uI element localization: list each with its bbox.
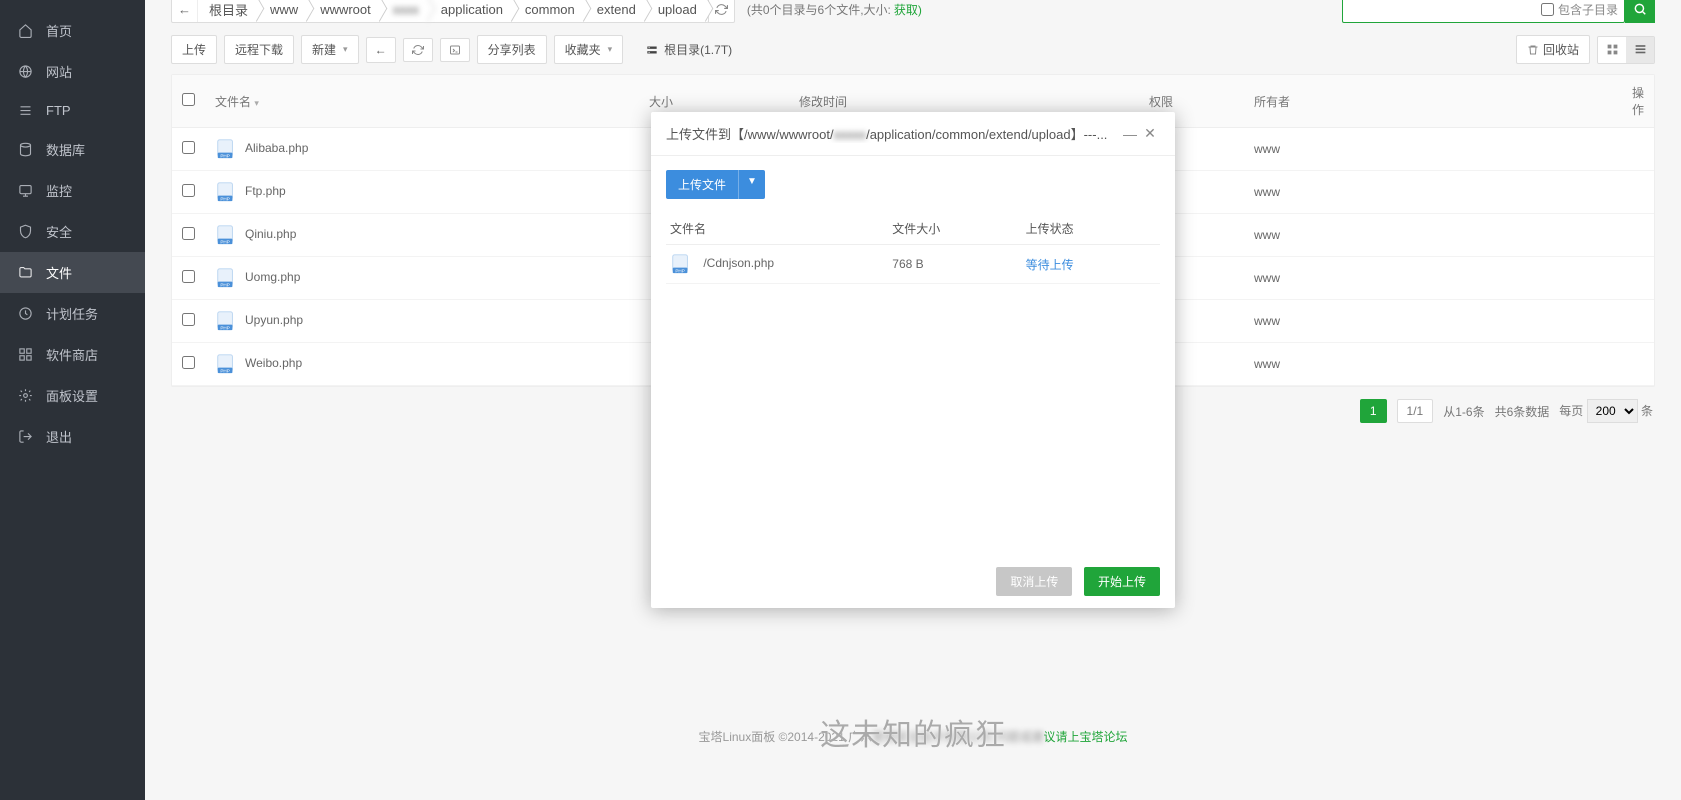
ftp-icon (18, 103, 36, 118)
sidebar-item-label: 网站 (46, 62, 72, 81)
svg-text:PHP: PHP (675, 268, 684, 273)
sidebar-item-label: 安全 (46, 222, 72, 241)
sidebar-item-label: 退出 (46, 427, 72, 446)
sidebar-item-globe[interactable]: 网站 (0, 51, 145, 92)
modal-title: 上传文件到【/www/wwwroot/xxxxx/application/com… (666, 124, 1120, 143)
mcol-status: 上传状态 (1022, 213, 1160, 245)
upload-file-name: /Cdnjson.php (703, 256, 774, 270)
sidebar-item-db[interactable]: 数据库 (0, 129, 145, 170)
mcol-name: 文件名 (666, 213, 888, 245)
sidebar-item-label: 文件 (46, 263, 72, 282)
upload-file-status: 等待上传 (1022, 245, 1160, 284)
shield-icon (18, 224, 36, 239)
php-file-icon: PHP (670, 253, 692, 275)
db-icon (18, 142, 36, 157)
monitor-icon (18, 183, 36, 198)
clock-icon (18, 306, 36, 321)
sidebar-item-label: 监控 (46, 181, 72, 200)
upload-file-size: 768 B (888, 245, 1021, 284)
sidebar-item-label: 面板设置 (46, 386, 98, 405)
sidebar-item-monitor[interactable]: 监控 (0, 170, 145, 211)
sidebar-item-label: 数据库 (46, 140, 85, 159)
apps-icon (18, 347, 36, 362)
mcol-size: 文件大小 (888, 213, 1021, 245)
folder-icon (18, 265, 36, 280)
sidebar: 首页网站 FTP 数据库监控安全文件计划任务软件商店面板设置退出 (0, 0, 145, 800)
modal-upload-button[interactable]: 上传文件 ▼ (666, 170, 765, 199)
start-upload-button[interactable]: 开始上传 (1084, 567, 1160, 596)
sidebar-item-home[interactable]: 首页 (0, 10, 145, 51)
sidebar-item-label: 软件商店 (46, 345, 98, 364)
sidebar-item-exit[interactable]: 退出 (0, 416, 145, 457)
sidebar-item-folder[interactable]: 文件 (0, 252, 145, 293)
cancel-upload-button[interactable]: 取消上传 (996, 567, 1072, 596)
sidebar-item-ftp[interactable]: FTP (0, 92, 145, 129)
main-area: ← 根目录wwwwwwrootxxxxapplicationcommonexte… (145, 0, 1681, 800)
sidebar-item-apps[interactable]: 软件商店 (0, 334, 145, 375)
upload-row: PHP /Cdnjson.php 768 B 等待上传 (666, 245, 1160, 284)
modal-upload-dropdown[interactable]: ▼ (738, 170, 765, 199)
sidebar-item-label: 计划任务 (46, 304, 98, 323)
modal-minimize-button[interactable]: — (1120, 126, 1140, 142)
globe-icon (18, 64, 36, 79)
sidebar-item-shield[interactable]: 安全 (0, 211, 145, 252)
upload-modal: 上传文件到【/www/wwwroot/xxxxx/application/com… (651, 112, 1175, 608)
sidebar-item-clock[interactable]: 计划任务 (0, 293, 145, 334)
home-icon (18, 23, 36, 38)
sidebar-item-label: FTP (46, 103, 71, 118)
sidebar-item-gear[interactable]: 面板设置 (0, 375, 145, 416)
exit-icon (18, 429, 36, 444)
sidebar-item-label: 首页 (46, 21, 72, 40)
gear-icon (18, 388, 36, 403)
modal-close-button[interactable]: ✕ (1140, 125, 1160, 142)
